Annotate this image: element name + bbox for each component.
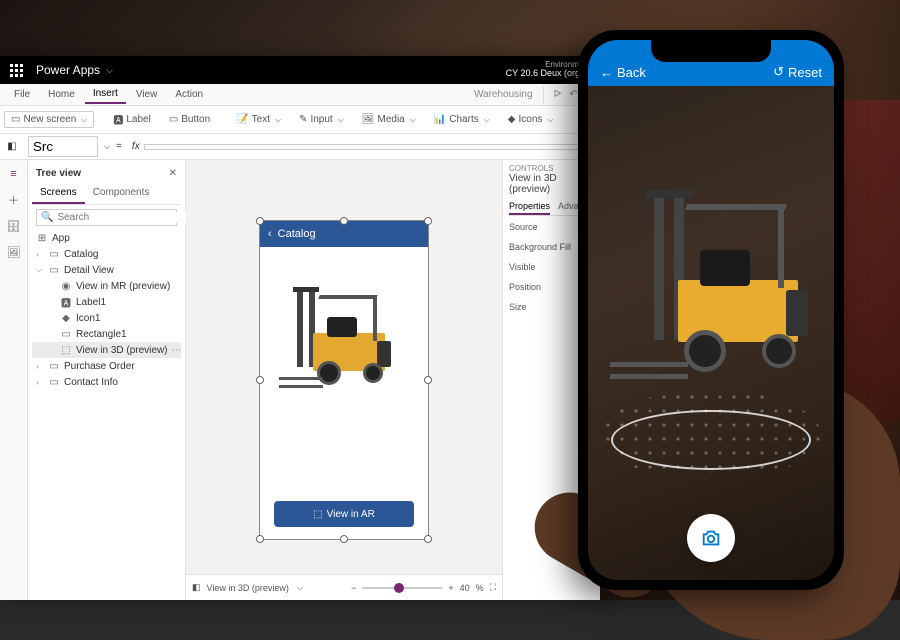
rail-tree-icon[interactable]: ≡ [6, 166, 22, 182]
search-input[interactable] [57, 212, 189, 223]
rail-insert-icon[interactable]: ＋ [6, 192, 22, 208]
icon-icon: ◆ [60, 312, 72, 324]
formula-input[interactable] [144, 144, 600, 150]
tree-node-label1[interactable]: 🅰Label1 [32, 294, 181, 310]
tree-title: Tree view [36, 168, 81, 179]
footer-selection-dropdown[interactable] [295, 582, 303, 593]
app-canvas[interactable]: ‹ Catalog [259, 220, 429, 540]
tree-node-catalog[interactable]: ›▭Catalog [32, 246, 181, 262]
app-checker-icon[interactable]: ᐅ [554, 89, 562, 100]
rail-media-icon[interactable]: 🖼 [6, 244, 22, 260]
tree-panel: Tree view ✕ Screens Components 🔍 ⊞App ›▭… [28, 160, 186, 600]
undo-icon[interactable]: ↶ [569, 89, 577, 100]
canvas-footer: ◧ View in 3D (preview) − + 40 % ⛶ [186, 574, 502, 600]
app-launcher-icon[interactable] [4, 58, 28, 82]
menu-action[interactable]: Action [167, 86, 211, 103]
canvas-area[interactable]: ‹ Catalog [186, 160, 502, 600]
zoom-in-icon[interactable]: + [448, 583, 453, 593]
menu-home[interactable]: Home [40, 86, 83, 103]
search-icon: 🔍 [41, 212, 53, 223]
more-icon[interactable]: ⋯ [172, 345, 181, 356]
reset-icon: ↺ [773, 64, 784, 80]
cube-icon: ⬚ [60, 344, 72, 356]
insert-charts-button[interactable]: 📊Charts [427, 111, 497, 128]
tree-node-icon1[interactable]: ◆Icon1 [32, 310, 181, 326]
tree-node-rectangle1[interactable]: ▭Rectangle1 [32, 326, 181, 342]
ar-forklift-model[interactable] [618, 190, 818, 400]
menu-insert[interactable]: Insert [85, 85, 126, 104]
zoom-pct: % [476, 583, 484, 593]
rail-data-icon[interactable]: 🗄 [6, 218, 22, 234]
camera-icon [700, 527, 722, 549]
tab-screens[interactable]: Screens [32, 183, 85, 204]
property-dropdown-icon[interactable] [102, 141, 110, 152]
tree-node-contact[interactable]: ›▭Contact Info [32, 374, 181, 390]
insert-button-button[interactable]: ▭Button [162, 111, 217, 128]
insert-input-button[interactable]: ✎Input [292, 111, 351, 128]
phone-device: ← Back ↺ Reset [578, 30, 844, 590]
zoom-value: 40 [460, 583, 470, 593]
property-selector[interactable] [28, 136, 98, 157]
tree-node-view3d[interactable]: ⬚View in 3D (preview)⋯ [32, 342, 181, 358]
reset-button[interactable]: ↺ Reset [773, 64, 822, 80]
insert-media-button[interactable]: 🖼Media [355, 111, 423, 128]
ar-ground-ring [611, 410, 811, 470]
tree-node-purchase[interactable]: ›▭Purchase Order [32, 358, 181, 374]
tab-components[interactable]: Components [85, 183, 158, 204]
equals-label: = [110, 141, 128, 152]
tree-node-view-mr[interactable]: ◉View in MR (preview) [32, 278, 181, 294]
fit-icon[interactable]: ⛶ [490, 582, 496, 593]
new-screen-button[interactable]: ▭New screen [4, 111, 94, 128]
selection-handles[interactable] [260, 221, 428, 539]
screen-nav-icon[interactable]: ◧ [192, 582, 201, 593]
label-icon: 🅰 [60, 296, 72, 308]
screen-icon: ▭ [48, 248, 60, 260]
app-icon: ⊞ [36, 232, 48, 244]
property-icon: ◧ [0, 141, 24, 152]
menu-file[interactable]: File [6, 86, 38, 103]
formula-bar: ◧ = fx [0, 134, 600, 160]
tree-search[interactable]: 🔍 [36, 209, 177, 226]
camera-shutter-button[interactable] [687, 514, 735, 562]
context-name: Warehousing [474, 89, 533, 100]
tab-properties[interactable]: Properties [509, 199, 550, 215]
rect-icon: ▭ [60, 328, 72, 340]
zoom-slider[interactable] [362, 587, 442, 589]
titlebar: Power Apps ⌵ Environment CY 20.6 Deux (o… [0, 56, 600, 84]
phone-notch [651, 40, 771, 62]
back-arrow-icon: ← [600, 65, 613, 80]
zoom-out-icon[interactable]: − [351, 583, 356, 593]
back-button[interactable]: ← Back [600, 65, 646, 80]
menu-view[interactable]: View [128, 86, 166, 103]
mr-icon: ◉ [60, 280, 72, 292]
phone-screen: ← Back ↺ Reset [588, 40, 834, 580]
screen-icon: ▭ [48, 376, 60, 388]
app-dropdown-icon[interactable]: ⌵ [106, 65, 113, 76]
insert-label-button[interactable]: 🅰Label [106, 109, 157, 130]
insert-icons-button[interactable]: ◆Icons [501, 111, 561, 128]
fx-label: fx [128, 141, 144, 152]
left-rail: ≡ ＋ 🗄 🖼 [0, 160, 28, 600]
menubar: File Home Insert View Action Warehousing… [0, 84, 600, 106]
tree-node-detail[interactable]: ⌵▭Detail View [32, 262, 181, 278]
insert-text-button[interactable]: 📝Text [229, 111, 288, 128]
app-title: Power Apps [36, 63, 100, 77]
screen-icon: ▭ [48, 360, 60, 372]
footer-selection[interactable]: View in 3D (preview) [207, 583, 289, 593]
ribbon: ▭New screen 🅰Label ▭Button 📝Text ✎Input … [0, 106, 600, 134]
close-icon[interactable]: ✕ [169, 168, 177, 179]
screen-icon: ▭ [48, 264, 60, 276]
tree-node-app[interactable]: ⊞App [32, 230, 181, 246]
